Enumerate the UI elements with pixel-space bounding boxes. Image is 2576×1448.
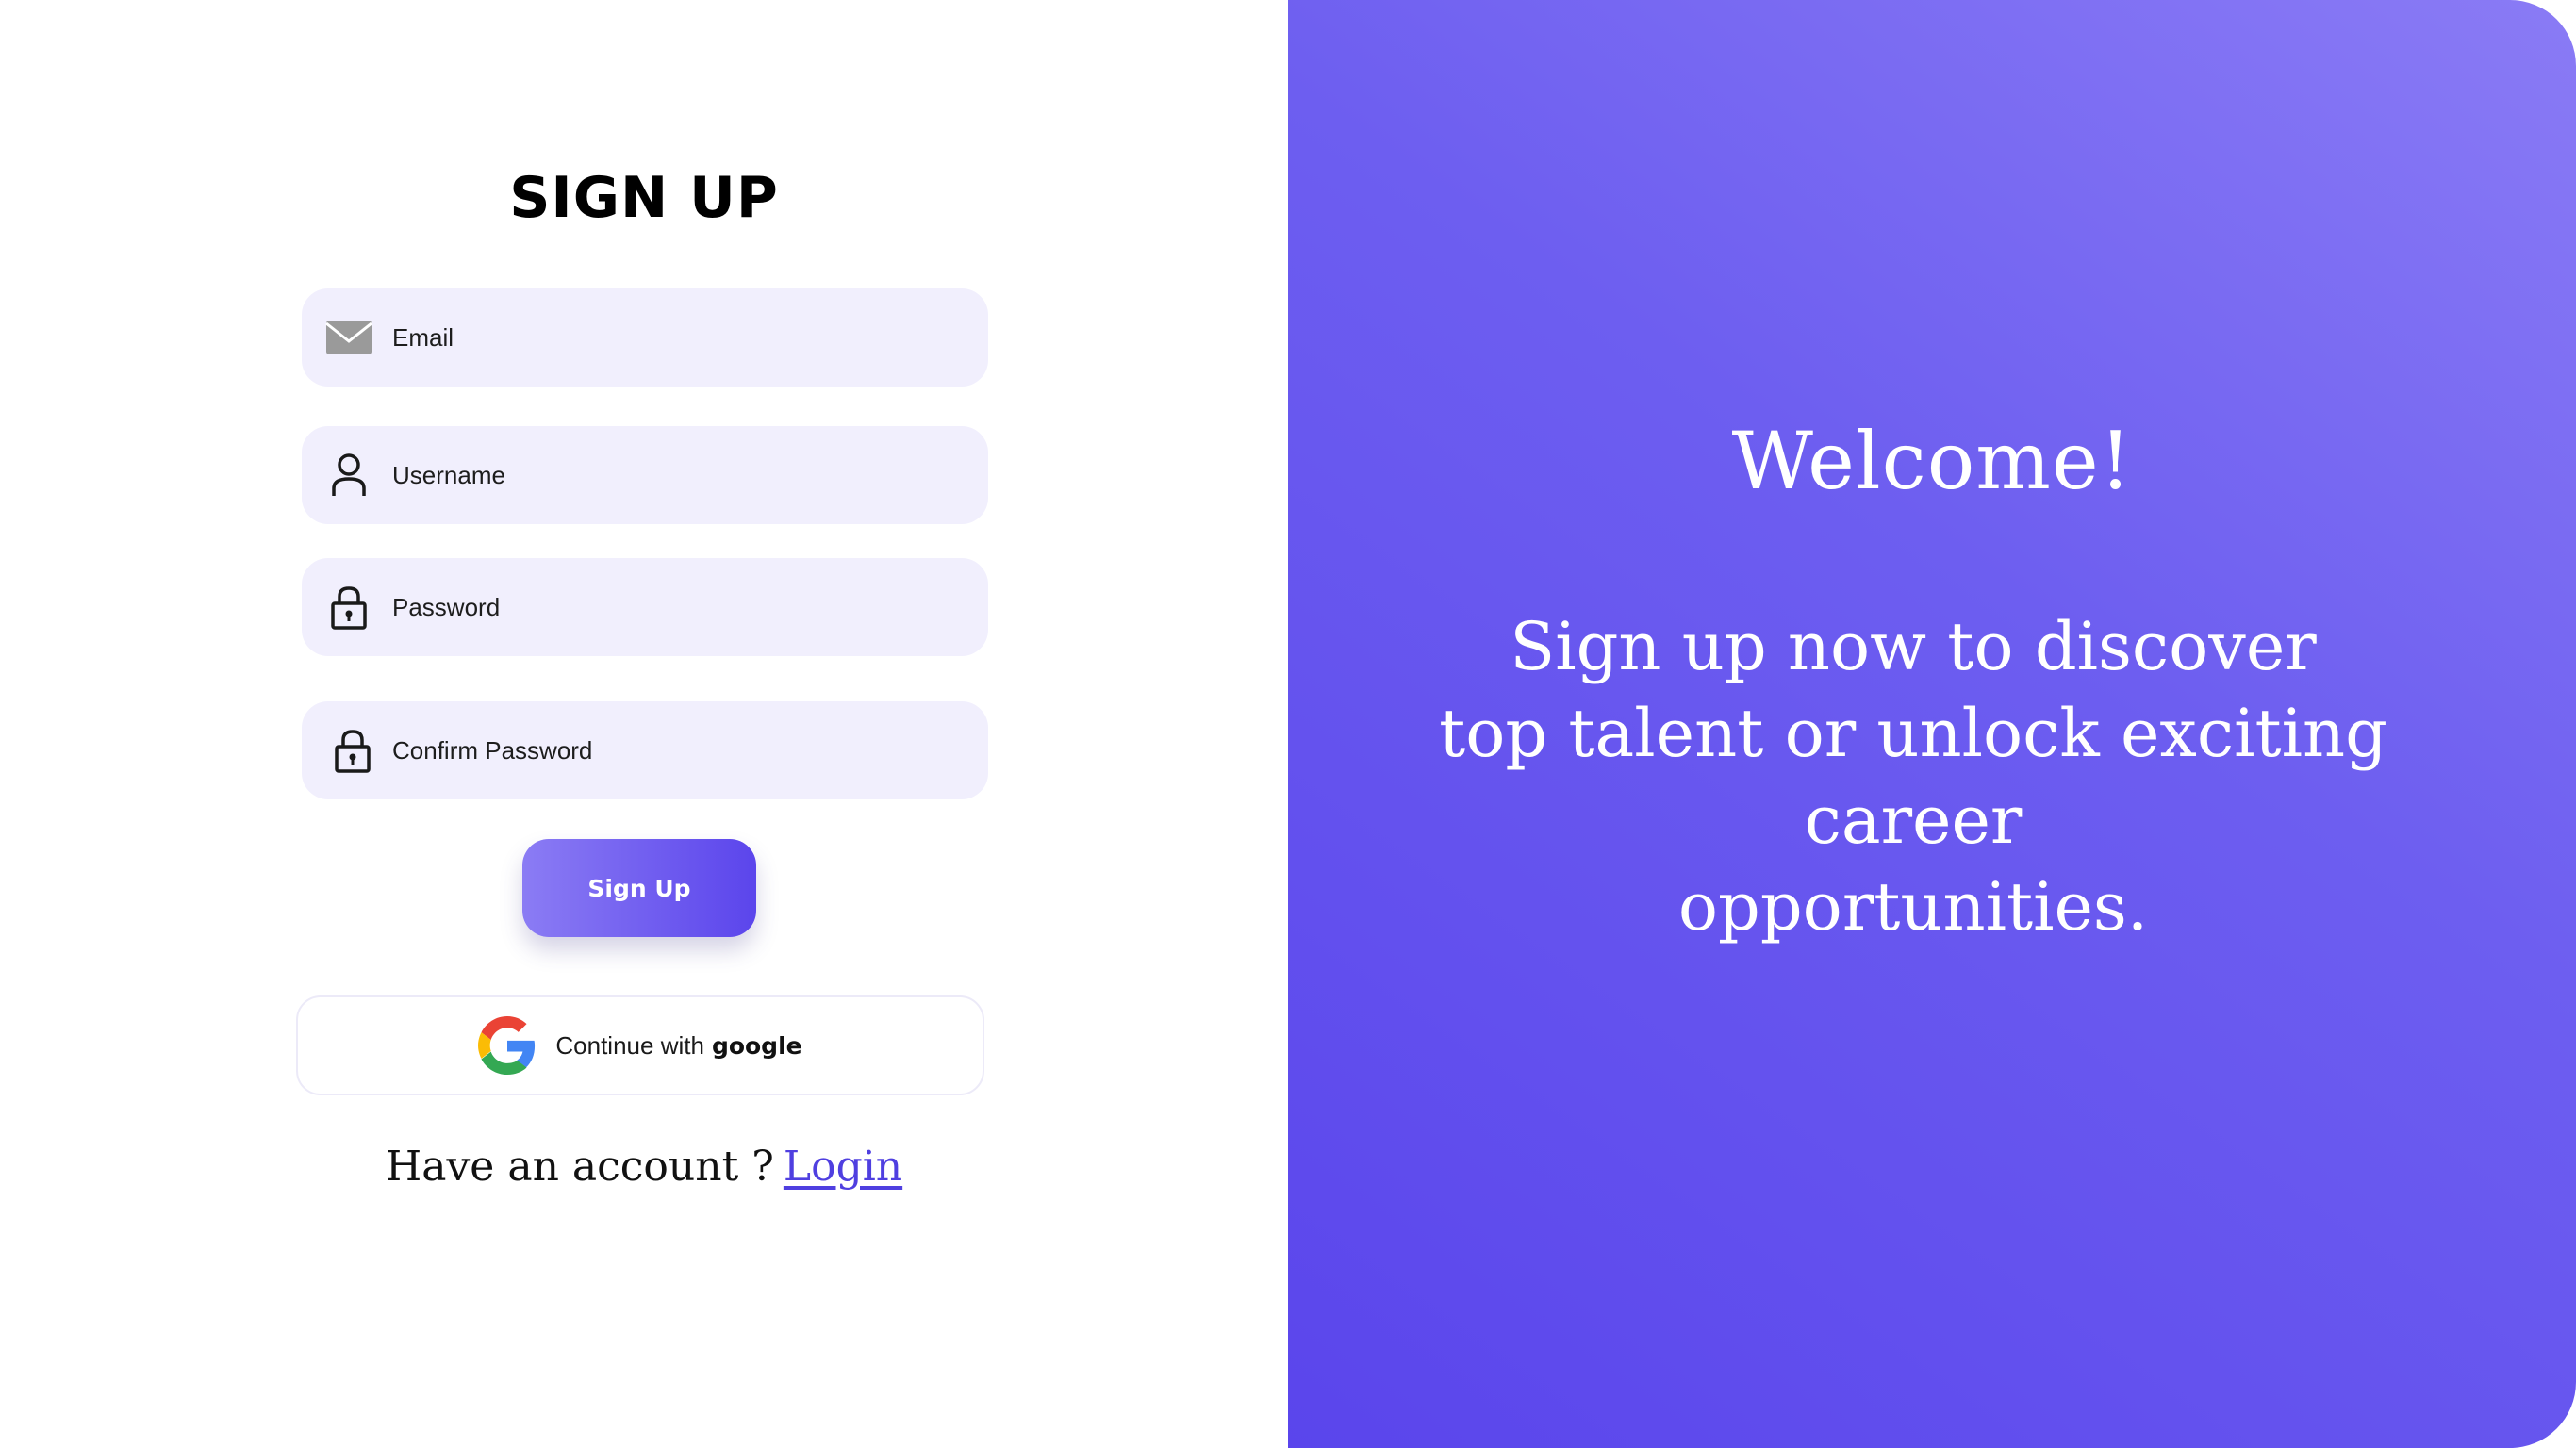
google-button-label: Continue with (555, 1030, 704, 1060)
username-placeholder: Username (392, 461, 505, 489)
email-placeholder: Email (392, 323, 454, 352)
password-field[interactable]: Password (302, 558, 988, 656)
welcome-panel: Welcome! Sign up now to discover top tal… (1288, 0, 2576, 1448)
continue-with-google-button[interactable]: Continue with google (296, 996, 984, 1095)
signup-page: SIGN UP Email Username Password Confirm … (0, 0, 2576, 1448)
login-prompt: Have an account? Login (0, 1143, 1288, 1191)
welcome-heading: Welcome! (1731, 415, 2133, 507)
tagline-line: top talent or unlock exciting career (1439, 695, 2387, 859)
tagline-line: opportunities. (1677, 868, 2149, 946)
sign-up-button[interactable]: Sign Up (522, 839, 756, 937)
question-mark: ? (751, 1143, 774, 1191)
google-icon (478, 1016, 536, 1075)
have-account-text: Have an account (385, 1143, 739, 1191)
tagline-line: Sign up now to discover (1510, 608, 2317, 685)
confirm-password-field[interactable]: Confirm Password (302, 701, 988, 799)
confirm-password-placeholder: Confirm Password (392, 736, 593, 765)
page-title: SIGN UP (509, 165, 779, 231)
user-icon (324, 451, 373, 500)
lock-icon (328, 726, 377, 775)
envelope-icon (324, 313, 373, 362)
google-brand-text: google (711, 1031, 802, 1060)
signup-form-panel: SIGN UP Email Username Password Confirm … (0, 0, 1288, 1448)
email-field[interactable]: Email (302, 288, 988, 387)
lock-icon (324, 583, 373, 632)
password-placeholder: Password (392, 593, 501, 621)
login-link[interactable]: Login (784, 1143, 902, 1191)
username-field[interactable]: Username (302, 426, 988, 524)
welcome-tagline: Sign up now to discover top talent or un… (1373, 603, 2453, 950)
